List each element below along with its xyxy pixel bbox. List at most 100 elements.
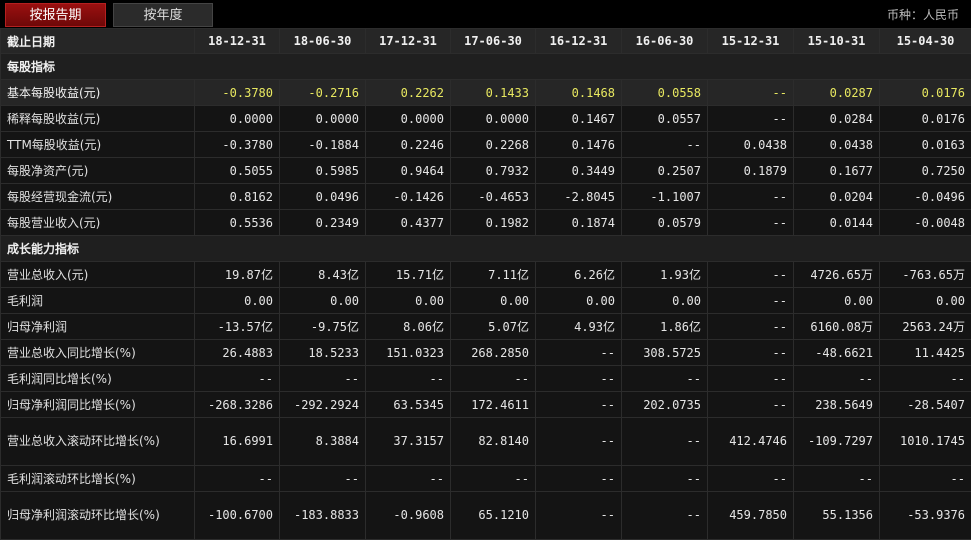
table-row: 稀释每股收益(元)0.00000.00000.00000.00000.14670…: [1, 106, 971, 132]
value-cell: 6160.08万: [794, 314, 880, 340]
table-row: 毛利润0.000.000.000.000.000.00--0.000.00: [1, 288, 971, 314]
section-title: 每股指标: [1, 54, 971, 80]
value-cell: 0.2349: [280, 210, 366, 236]
value-cell: 0.0000: [280, 106, 366, 132]
value-cell: 63.5345: [366, 392, 451, 418]
value-cell: --: [708, 314, 794, 340]
value-cell: --: [195, 366, 280, 392]
value-cell: 0.5985: [280, 158, 366, 184]
value-cell: 0.0287: [794, 80, 880, 106]
value-cell: --: [708, 184, 794, 210]
value-cell: -0.0048: [880, 210, 971, 236]
table-body: 每股指标基本每股收益(元)-0.3780-0.27160.22620.14330…: [1, 54, 971, 540]
value-cell: 65.1210: [451, 492, 536, 540]
value-cell: 0.0438: [708, 132, 794, 158]
value-cell: 0.2507: [622, 158, 708, 184]
value-cell: --: [622, 492, 708, 540]
row-label: 每股净资产(元): [1, 158, 195, 184]
value-cell: 238.5649: [794, 392, 880, 418]
value-cell: 1.93亿: [622, 262, 708, 288]
value-cell: 0.4377: [366, 210, 451, 236]
value-cell: --: [708, 366, 794, 392]
table-row: 归母净利润滚动环比增长(%)-100.6700-183.8833-0.96086…: [1, 492, 971, 540]
value-cell: 0.00: [794, 288, 880, 314]
value-cell: 0.1677: [794, 158, 880, 184]
value-cell: 308.5725: [622, 340, 708, 366]
value-cell: 202.0735: [622, 392, 708, 418]
value-cell: 0.2246: [366, 132, 451, 158]
currency-label: 币种：人民币: [887, 6, 959, 23]
value-cell: 0.0000: [451, 106, 536, 132]
value-cell: -0.4653: [451, 184, 536, 210]
value-cell: -183.8833: [280, 492, 366, 540]
value-cell: -28.5407: [880, 392, 971, 418]
header-date: 18-06-30: [280, 29, 366, 54]
row-label: 毛利润: [1, 288, 195, 314]
value-cell: -100.6700: [195, 492, 280, 540]
header-date: 16-12-31: [536, 29, 622, 54]
header-date: 15-04-30: [880, 29, 971, 54]
table-row: 每股经营现金流(元)0.81620.0496-0.1426-0.4653-2.8…: [1, 184, 971, 210]
value-cell: --: [366, 366, 451, 392]
value-cell: 0.00: [536, 288, 622, 314]
row-label: 毛利润同比增长(%): [1, 366, 195, 392]
value-cell: 82.8140: [451, 418, 536, 466]
value-cell: 268.2850: [451, 340, 536, 366]
row-label: 归母净利润滚动环比增长(%): [1, 492, 195, 540]
header-date: 16-06-30: [622, 29, 708, 54]
value-cell: 0.1476: [536, 132, 622, 158]
value-cell: 0.2262: [366, 80, 451, 106]
value-cell: 172.4611: [451, 392, 536, 418]
value-cell: 459.7850: [708, 492, 794, 540]
value-cell: 0.00: [622, 288, 708, 314]
value-cell: --: [451, 366, 536, 392]
value-cell: 0.1982: [451, 210, 536, 236]
value-cell: -13.57亿: [195, 314, 280, 340]
value-cell: -0.2716: [280, 80, 366, 106]
value-cell: 412.4746: [708, 418, 794, 466]
value-cell: --: [622, 466, 708, 492]
tab-by-report-period[interactable]: 按报告期: [5, 3, 106, 27]
value-cell: 0.00: [366, 288, 451, 314]
value-cell: 0.0558: [622, 80, 708, 106]
table-row: 每股营业收入(元)0.55360.23490.43770.19820.18740…: [1, 210, 971, 236]
value-cell: -9.75亿: [280, 314, 366, 340]
value-cell: 8.43亿: [280, 262, 366, 288]
value-cell: 5.07亿: [451, 314, 536, 340]
row-label: 营业总收入滚动环比增长(%): [1, 418, 195, 466]
value-cell: -0.1884: [280, 132, 366, 158]
tab-by-year[interactable]: 按年度: [113, 3, 213, 27]
value-cell: --: [622, 366, 708, 392]
value-cell: 0.0000: [195, 106, 280, 132]
value-cell: -53.9376: [880, 492, 971, 540]
header-date: 18-12-31: [195, 29, 280, 54]
value-cell: 0.5536: [195, 210, 280, 236]
value-cell: 0.7250: [880, 158, 971, 184]
value-cell: -0.3780: [195, 80, 280, 106]
value-cell: --: [880, 466, 971, 492]
value-cell: 2563.24万: [880, 314, 971, 340]
value-cell: --: [794, 466, 880, 492]
value-cell: 0.1433: [451, 80, 536, 106]
value-cell: --: [280, 366, 366, 392]
value-cell: --: [451, 466, 536, 492]
value-cell: 0.1468: [536, 80, 622, 106]
row-label: 归母净利润: [1, 314, 195, 340]
value-cell: 7.11亿: [451, 262, 536, 288]
value-cell: --: [708, 288, 794, 314]
table-row: 毛利润滚动环比增长(%)------------------: [1, 466, 971, 492]
value-cell: 4726.65万: [794, 262, 880, 288]
row-label: 稀释每股收益(元): [1, 106, 195, 132]
table-row: TTM每股收益(元)-0.3780-0.18840.22460.22680.14…: [1, 132, 971, 158]
value-cell: 0.0144: [794, 210, 880, 236]
value-cell: 4.93亿: [536, 314, 622, 340]
value-cell: --: [536, 418, 622, 466]
financial-indicators-table: 截止日期 18-12-3118-06-3017-12-3117-06-3016-…: [0, 28, 971, 540]
table-row: 营业总收入(元)19.87亿8.43亿15.71亿7.11亿6.26亿1.93亿…: [1, 262, 971, 288]
value-cell: 0.00: [195, 288, 280, 314]
table-row: 归母净利润同比增长(%)-268.3286-292.292463.5345172…: [1, 392, 971, 418]
value-cell: -0.3780: [195, 132, 280, 158]
row-label: 营业总收入同比增长(%): [1, 340, 195, 366]
value-cell: 0.9464: [366, 158, 451, 184]
row-label: 每股营业收入(元): [1, 210, 195, 236]
